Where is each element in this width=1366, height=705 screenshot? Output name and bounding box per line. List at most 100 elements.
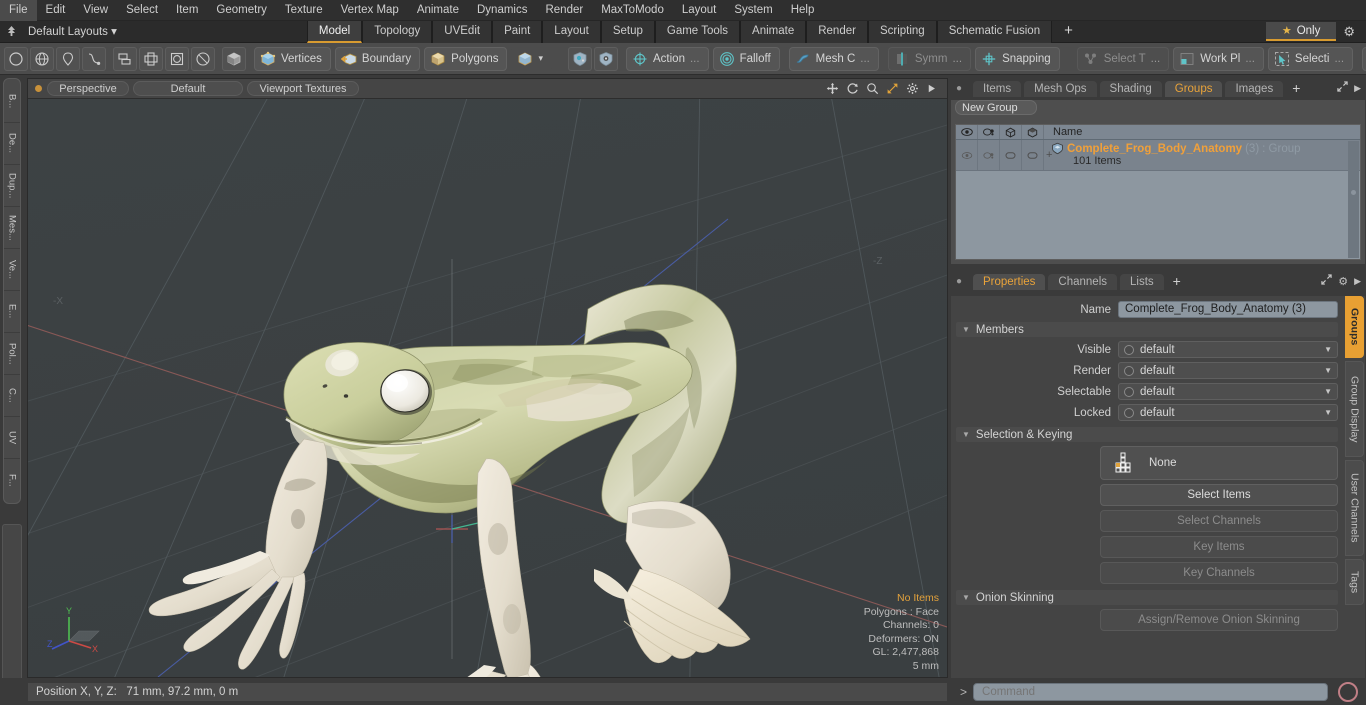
toggle-circle-icon[interactable]: [1124, 386, 1134, 397]
layout-tab-setup[interactable]: Setup: [600, 20, 655, 43]
side-tab-user-channels[interactable]: User Channels: [1345, 460, 1364, 556]
left-tool-tab-curve[interactable]: C...: [4, 375, 20, 417]
expand-icon[interactable]: [1321, 274, 1332, 288]
select-through-button[interactable]: Select T ...: [1076, 46, 1170, 71]
side-tab-group-display[interactable]: Group Display: [1345, 361, 1364, 457]
menu-item-help[interactable]: Help: [782, 0, 824, 21]
group-list[interactable]: Name + Complete_Frog_Body_Anatomy (3) : …: [955, 124, 1361, 260]
add-properties-tab-button[interactable]: +: [1166, 273, 1188, 290]
panel-menu-icon[interactable]: ●: [956, 83, 967, 94]
menu-item-edit[interactable]: Edit: [37, 0, 75, 21]
properties-menu-icon[interactable]: ●: [956, 276, 967, 287]
pen-icon[interactable]: [56, 46, 80, 71]
select-items-button[interactable]: Select Items: [1100, 484, 1338, 506]
command-record-icon[interactable]: [1338, 681, 1358, 702]
action-center-button[interactable]: Action ...: [626, 46, 709, 71]
left-tool-tab-vertex[interactable]: Ve...: [4, 249, 20, 291]
menu-item-vertex-map[interactable]: Vertex Map: [332, 0, 408, 21]
tab-items[interactable]: Items: [972, 80, 1023, 97]
menu-item-select[interactable]: Select: [117, 0, 167, 21]
onion-skinning-section-header[interactable]: ▼ Onion Skinning: [956, 590, 1338, 605]
left-tool-tab-fusion[interactable]: F...: [4, 459, 20, 501]
table-row[interactable]: + Complete_Frog_Body_Anatomy (3) : Group…: [956, 140, 1360, 171]
layout-tab-uvedit[interactable]: UVEdit: [432, 20, 493, 43]
layout-tab-animate[interactable]: Animate: [740, 20, 807, 43]
menu-item-texture[interactable]: Texture: [276, 0, 332, 21]
selection-set-button[interactable]: Selecti ...: [1267, 46, 1354, 71]
column-wire-cube-icon[interactable]: [1000, 125, 1022, 139]
tab-shading[interactable]: Shading: [1098, 80, 1163, 97]
cube-solid-icon[interactable]: [222, 46, 246, 71]
viewport-textures-dropdown[interactable]: Viewport Textures: [247, 81, 359, 96]
axis-shield-b-icon[interactable]: [594, 46, 618, 71]
rotate-icon[interactable]: [846, 82, 859, 95]
visible-dropdown[interactable]: default ▼: [1118, 341, 1338, 358]
layout-tab-paint[interactable]: Paint: [492, 20, 543, 43]
selection-keying-section-header[interactable]: ▼ Selection & Keying: [956, 427, 1338, 442]
menu-item-geometry[interactable]: Geometry: [207, 0, 276, 21]
polygons-mode-button[interactable]: Polygons: [424, 46, 508, 71]
tab-mesh-ops[interactable]: Mesh Ops: [1023, 80, 1098, 97]
work-plane-button[interactable]: Work Pl ...: [1173, 46, 1264, 71]
play-icon[interactable]: [926, 83, 937, 94]
members-section-header[interactable]: ▼ Members: [956, 322, 1338, 337]
circle-icon[interactable]: [4, 46, 28, 71]
move-icon[interactable]: [826, 82, 839, 95]
layout-tab-model[interactable]: Model: [306, 20, 363, 43]
only-toggle-button[interactable]: ★ Only: [1265, 22, 1337, 41]
row-eye-toggle[interactable]: [956, 140, 978, 170]
row-render-toggle[interactable]: [978, 140, 1000, 170]
left-tool-tab-polygon[interactable]: Pol...: [4, 333, 20, 375]
circle-arc-icon[interactable]: [191, 46, 215, 71]
expand-icon[interactable]: [1337, 81, 1348, 95]
column-eye-icon[interactable]: [956, 125, 978, 139]
panel-more-icon[interactable]: ▶: [1354, 83, 1361, 94]
column-shaded-cube-icon[interactable]: [1022, 125, 1044, 139]
stack-icon[interactable]: [113, 46, 137, 71]
fit-icon[interactable]: [886, 82, 899, 95]
command-input[interactable]: [973, 682, 1328, 701]
viewport-menu-dot-icon[interactable]: [35, 85, 42, 92]
settings-gear-icon[interactable]: ⚙: [1336, 24, 1362, 40]
zoom-icon[interactable]: [866, 82, 879, 95]
default-layouts-dropdown[interactable]: Default Layouts ▾: [22, 22, 125, 42]
gear-icon[interactable]: [906, 82, 919, 95]
layout-tab-scripting[interactable]: Scripting: [867, 20, 937, 43]
axis-shield-a-icon[interactable]: [568, 46, 592, 71]
left-tool-tab-deform[interactable]: De...: [4, 123, 20, 165]
tab-images[interactable]: Images: [1224, 80, 1285, 97]
cube-dropdown-button[interactable]: ▾: [511, 46, 552, 71]
viewport-projection-dropdown[interactable]: Perspective: [47, 81, 129, 96]
tab-properties[interactable]: Properties: [972, 273, 1047, 290]
menu-item-layout[interactable]: Layout: [673, 0, 726, 21]
selection-set-picker[interactable]: None: [1100, 446, 1338, 480]
side-tab-tags[interactable]: Tags: [1345, 559, 1364, 605]
toggle-circle-icon[interactable]: [1124, 344, 1134, 355]
curve-icon[interactable]: [82, 46, 106, 71]
render-dropdown[interactable]: default ▼: [1118, 362, 1338, 379]
left-tool-tab-mesh-edit[interactable]: Mes...: [4, 207, 20, 249]
menu-item-maxtomodo[interactable]: MaxToModo: [592, 0, 673, 21]
square-o-icon[interactable]: [165, 46, 189, 71]
row-shaded-toggle[interactable]: [1022, 140, 1044, 170]
gear-icon[interactable]: ⚙: [1338, 275, 1348, 288]
falloff-button[interactable]: Falloff: [712, 46, 780, 71]
selectable-dropdown[interactable]: default ▼: [1118, 383, 1338, 400]
left-tool-tab-duplicate[interactable]: Dup...: [4, 165, 20, 207]
panel-more-icon[interactable]: ▶: [1354, 276, 1361, 287]
globe-icon[interactable]: [30, 46, 54, 71]
expand-row-icon[interactable]: +: [1046, 149, 1052, 161]
left-tool-tab-uv[interactable]: UV: [4, 417, 20, 459]
menu-item-system[interactable]: System: [725, 0, 781, 21]
layout-tab-schematic-fusion[interactable]: Schematic Fusion: [936, 20, 1053, 43]
tab-lists[interactable]: Lists: [1119, 273, 1165, 290]
side-tab-groups[interactable]: Groups: [1345, 296, 1364, 358]
layout-tab-topology[interactable]: Topology: [362, 20, 433, 43]
axis-gizmo[interactable]: Y X Z: [46, 601, 112, 663]
toggle-circle-icon[interactable]: [1124, 407, 1134, 418]
menu-item-animate[interactable]: Animate: [408, 0, 468, 21]
new-group-button[interactable]: New Group: [955, 100, 1037, 115]
snapping-button[interactable]: Snapping: [975, 46, 1060, 71]
menu-item-render[interactable]: Render: [536, 0, 592, 21]
tab-groups[interactable]: Groups: [1163, 80, 1224, 97]
